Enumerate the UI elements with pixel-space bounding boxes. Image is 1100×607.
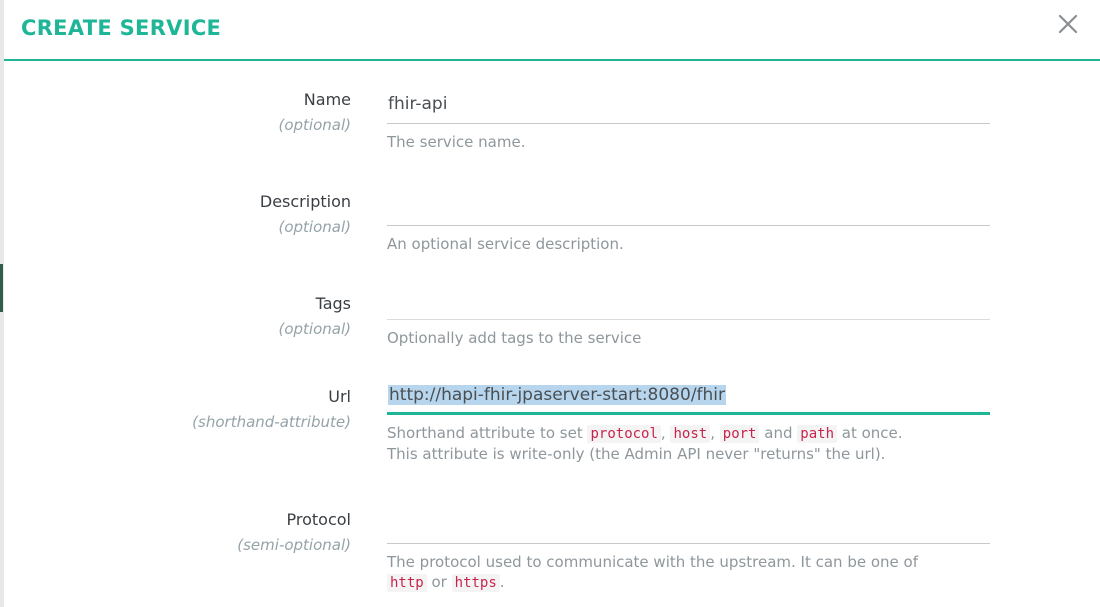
name-help: The service name.	[387, 133, 526, 151]
name-label-group: Name (optional)	[4, 90, 352, 135]
name-field-group: The service name.	[387, 90, 990, 152]
url-help-sep: ,	[660, 424, 666, 442]
url-help-line2: This attribute is write-only (the Admin …	[387, 445, 886, 463]
url-sub-label: (shorthand-attribute)	[192, 413, 351, 431]
description-label: Description	[259, 192, 351, 211]
description-label-group: Description (optional)	[4, 192, 351, 237]
url-label: Url	[328, 387, 351, 406]
url-help-code-protocol: protocol	[587, 425, 661, 443]
url-help-code-port: port	[719, 425, 760, 443]
protocol-help-text: The protocol used to communicate with th…	[387, 553, 918, 571]
tags-label: Tags	[315, 294, 351, 313]
protocol-help-or: or	[431, 573, 447, 591]
url-help-code-host: host	[670, 425, 711, 443]
protocol-help-code-https: https	[451, 574, 500, 592]
url-help-suffix: at once.	[841, 424, 903, 442]
url-help-code-path: path	[797, 425, 837, 443]
name-label: Name	[303, 90, 351, 109]
url-help-and: and	[764, 424, 793, 442]
close-icon	[1058, 14, 1078, 34]
modal-title: CREATE SERVICE	[21, 16, 222, 40]
tags-label-group: Tags (optional)	[4, 294, 352, 339]
protocol-input[interactable]	[387, 510, 990, 544]
description-sub-label: (optional)	[278, 218, 352, 236]
url-input-value: http://hapi-fhir-jpaserver-start:8080/fh…	[388, 385, 727, 405]
protocol-help: The protocol used to communicate with th…	[387, 552, 990, 593]
close-button[interactable]	[1054, 10, 1082, 38]
description-input[interactable]	[387, 192, 990, 226]
name-sub-label: (optional)	[278, 116, 352, 134]
url-label-group: Url (shorthand-attribute)	[4, 387, 351, 432]
protocol-label: Protocol	[286, 510, 351, 529]
tags-help: Optionally add tags to the service	[387, 329, 642, 347]
background-accent	[0, 264, 3, 312]
protocol-field-group: The protocol used to communicate with th…	[387, 510, 990, 593]
protocol-help-suffix: .	[499, 573, 505, 591]
tags-input[interactable]	[387, 319, 990, 320]
modal-header: CREATE SERVICE	[4, 0, 1100, 61]
tags-sub-label: (optional)	[278, 320, 352, 338]
description-help: An optional service description.	[387, 235, 624, 253]
url-help: Shorthand attribute to set protocol, hos…	[387, 423, 990, 464]
tags-field-group: Optionally add tags to the service	[387, 319, 990, 348]
description-field-group: An optional service description.	[387, 192, 990, 254]
url-input[interactable]: http://hapi-fhir-jpaserver-start:8080/fh…	[387, 381, 990, 415]
url-help-sep: ,	[710, 424, 715, 442]
protocol-label-group: Protocol (semi-optional)	[4, 510, 351, 555]
protocol-help-code-http: http	[387, 574, 427, 592]
name-input[interactable]	[387, 90, 990, 124]
url-field-group: http://hapi-fhir-jpaserver-start:8080/fh…	[387, 381, 990, 464]
protocol-sub-label: (semi-optional)	[237, 536, 351, 554]
url-help-text: Shorthand attribute to set	[387, 424, 583, 442]
create-service-modal: CREATE SERVICE Name (optional) The servi…	[4, 0, 1100, 607]
